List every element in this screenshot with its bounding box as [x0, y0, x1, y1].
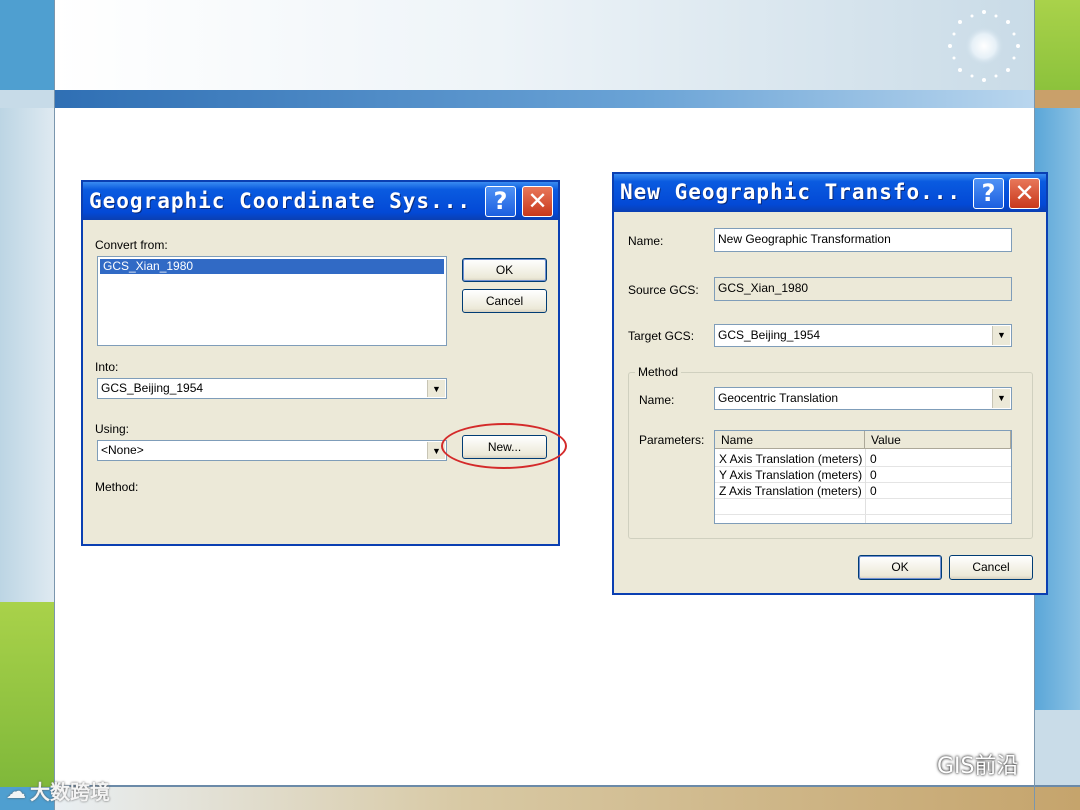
source-gcs-field: GCS_Xian_1980 [714, 277, 1012, 301]
ok-button[interactable]: OK [462, 258, 547, 282]
convert-from-list[interactable]: GCS_Xian_1980 [97, 256, 447, 346]
into-label: Into: [95, 360, 119, 374]
chevron-down-icon[interactable]: ▼ [992, 389, 1010, 408]
cancel-button[interactable]: Cancel [949, 555, 1033, 580]
source-gcs-label: Source GCS: [628, 283, 699, 297]
slide-footer-band [54, 787, 1080, 810]
convert-from-label: Convert from: [95, 238, 168, 252]
gcs-transformation-dialog: Geographic Coordinate Sys... ? ✕ Convert… [81, 180, 560, 546]
cancel-button[interactable]: Cancel [462, 289, 547, 313]
slide-header-band [54, 0, 1034, 90]
target-gcs-label: Target GCS: [628, 329, 695, 343]
corner-watermark-text: 大数跨境 [30, 780, 110, 804]
slide-left-bar-green [0, 602, 54, 787]
close-button[interactable]: ✕ [522, 186, 553, 217]
slide-right-bar-light [1034, 710, 1080, 787]
slide-left-bar-middle [0, 108, 54, 602]
into-select[interactable]: GCS_Beijing_1954 ▼ [97, 378, 447, 399]
close-button[interactable]: ✕ [1009, 178, 1040, 209]
chevron-down-icon[interactable]: ▼ [427, 380, 445, 397]
sun-logo-icon [948, 10, 1020, 82]
param-name-cell: Y Axis Translation (meters) [715, 467, 865, 483]
dialog-title-bar[interactable]: New Geographic Transfo... ? ✕ [614, 174, 1046, 212]
using-select[interactable]: <None> ▼ [97, 440, 447, 461]
dialog-title: New Geographic Transfo... [620, 180, 962, 204]
using-label: Using: [95, 422, 130, 436]
param-value-cell[interactable]: 0 [866, 467, 1011, 483]
target-gcs-select[interactable]: GCS_Beijing_1954 ▼ [714, 324, 1012, 347]
using-select-value: <None> [101, 443, 144, 457]
slide-stripe-blue [54, 90, 1034, 108]
target-gcs-value: GCS_Beijing_1954 [718, 328, 821, 342]
column-header-value[interactable]: Value [865, 431, 1011, 449]
parameters-grid[interactable]: Name Value X Axis Translation (meters) 0… [714, 430, 1012, 524]
into-select-value: GCS_Beijing_1954 [101, 381, 204, 395]
slide-divider-left [54, 0, 55, 810]
name-label: Name: [628, 234, 664, 248]
transformation-name-input[interactable]: New Geographic Transformation [714, 228, 1012, 252]
slide-right-bar-green [1034, 0, 1080, 90]
method-group-title: Method [635, 365, 682, 379]
dialog-title: Geographic Coordinate Sys... [89, 189, 472, 213]
param-value-cell[interactable]: 0 [866, 483, 1011, 499]
ok-button[interactable]: OK [858, 555, 942, 580]
slide-stripe-gold [1034, 90, 1080, 108]
method-select[interactable]: Geocentric Translation ▼ [714, 387, 1012, 410]
help-button[interactable]: ? [485, 186, 516, 217]
wechat-icon [895, 751, 931, 777]
dialog-title-bar[interactable]: Geographic Coordinate Sys... ? ✕ [83, 182, 558, 220]
slide-left-bar-top [0, 0, 54, 90]
empty-row [715, 499, 1011, 515]
param-name-cell: Z Axis Translation (meters) [715, 483, 865, 499]
help-button[interactable]: ? [973, 178, 1004, 209]
list-item[interactable]: GCS_Xian_1980 [100, 259, 444, 274]
method-label: Method: [95, 480, 139, 494]
cloud-icon: ☁ [6, 778, 26, 803]
corner-watermark: ☁ 大数跨境 [6, 776, 110, 805]
new-geographic-transformation-dialog: New Geographic Transfo... ? ✕ Name: New … [612, 172, 1048, 595]
slide-footer-line [54, 785, 1080, 787]
method-name-label: Name: [639, 393, 675, 407]
watermark: GIS前沿 [895, 748, 1019, 780]
chevron-down-icon[interactable]: ▼ [992, 326, 1010, 345]
highlight-ellipse [441, 423, 567, 469]
parameters-label: Parameters: [639, 433, 705, 447]
column-header-name[interactable]: Name [715, 431, 865, 449]
param-value-cell[interactable]: 0 [866, 451, 1011, 467]
watermark-text: GIS前沿 [937, 754, 1019, 779]
method-select-value: Geocentric Translation [718, 391, 839, 405]
param-name-cell: X Axis Translation (meters) [715, 451, 865, 467]
